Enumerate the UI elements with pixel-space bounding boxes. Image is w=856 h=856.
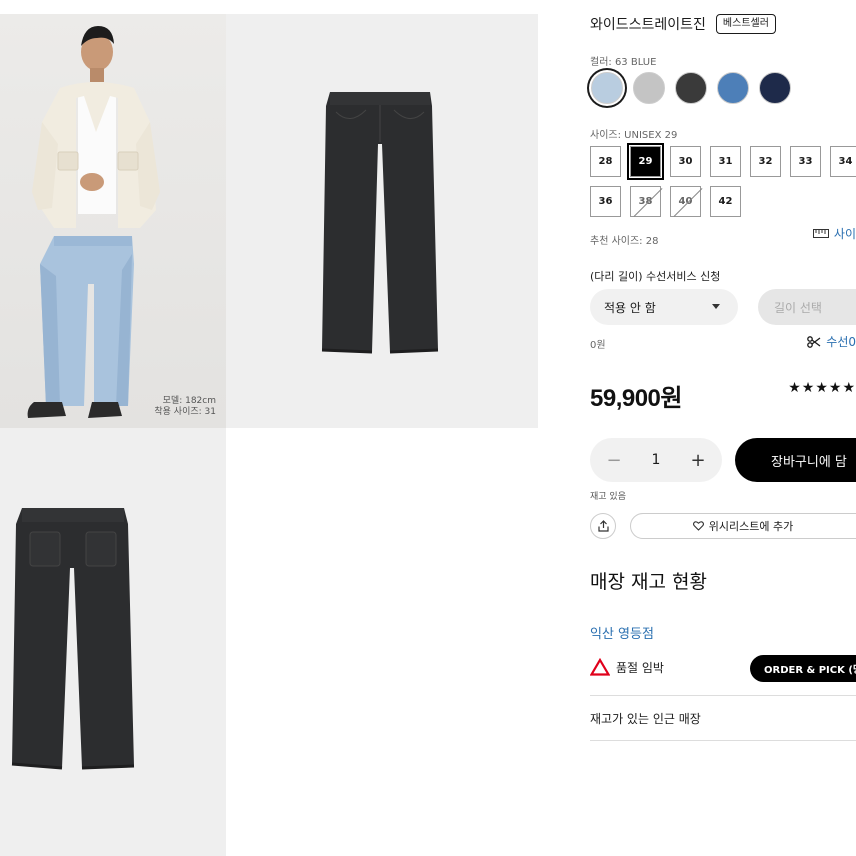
product-name-row: 와이드스트레이트진 베스트셀러 bbox=[590, 14, 776, 34]
chevron-down-icon bbox=[712, 304, 720, 309]
size-option-42[interactable]: 42 bbox=[710, 186, 741, 217]
color-swatch-chip bbox=[675, 72, 707, 104]
color-swatch-chip bbox=[759, 72, 791, 104]
divider bbox=[590, 695, 856, 696]
bestseller-badge: 베스트셀러 bbox=[715, 14, 776, 34]
share-icon bbox=[597, 520, 609, 532]
color-swatch-4[interactable] bbox=[716, 71, 750, 105]
add-to-cart-button[interactable]: 장바구니에 담 bbox=[735, 438, 856, 482]
size-options-row-2: 36 38 40 42 bbox=[590, 186, 741, 217]
divider bbox=[590, 740, 856, 741]
alteration-info-link[interactable]: 수선0 bbox=[807, 333, 856, 350]
share-button[interactable] bbox=[590, 513, 616, 539]
alteration-select-value: 적용 안 함 bbox=[604, 300, 656, 315]
color-swatch-chip bbox=[717, 72, 749, 104]
stock-status: 재고 있음 bbox=[590, 492, 626, 502]
rating-stars[interactable]: ★★★★★ bbox=[788, 380, 856, 396]
color-swatch-3[interactable] bbox=[674, 71, 708, 105]
color-swatch-5[interactable] bbox=[758, 71, 792, 105]
size-label: 사이즈: UNISEX 29 bbox=[590, 130, 678, 141]
product-name: 와이드스트레이트진 bbox=[590, 17, 706, 33]
size-option-31[interactable]: 31 bbox=[710, 146, 741, 177]
size-guide-label: 사이 bbox=[833, 227, 856, 241]
size-option-29[interactable]: 29 bbox=[627, 143, 664, 180]
color-swatch-1[interactable] bbox=[590, 71, 624, 105]
color-swatch-chip bbox=[633, 72, 665, 104]
quantity-stepper: − 1 + bbox=[590, 438, 722, 482]
size-option-32[interactable]: 32 bbox=[750, 146, 781, 177]
size-option-33[interactable]: 33 bbox=[790, 146, 821, 177]
product-gallery: 모델: 182cm 착용 사이즈: 31 bbox=[0, 0, 538, 856]
size-option-30[interactable]: 30 bbox=[670, 146, 701, 177]
size-guide-link[interactable]: 사이 bbox=[812, 225, 856, 242]
length-select[interactable]: 길이 선택 bbox=[758, 289, 856, 325]
store-stock-title: 매장 재고 현황 bbox=[590, 571, 707, 593]
jeans-back-illustration bbox=[11, 508, 135, 770]
order-pick-button[interactable]: ORDER & PICK (당 bbox=[750, 655, 856, 682]
scissors-icon bbox=[807, 335, 821, 348]
color-swatches bbox=[590, 71, 792, 105]
size-option-36[interactable]: 36 bbox=[590, 186, 621, 217]
size-option-28[interactable]: 28 bbox=[590, 146, 621, 177]
alteration-select[interactable]: 적용 안 함 bbox=[590, 289, 738, 325]
price: 59,900원 bbox=[590, 385, 683, 412]
quantity-value: 1 bbox=[651, 452, 661, 468]
jeans-front-photo[interactable] bbox=[226, 14, 538, 428]
size-option-40[interactable]: 40 bbox=[670, 186, 701, 217]
alteration-fee: 0원 bbox=[590, 340, 606, 351]
recommended-size-row: 추천 사이즈: 28 사이 bbox=[590, 227, 856, 248]
store-stock-status: 품절 임박 bbox=[590, 658, 664, 676]
color-swatch-chip bbox=[591, 72, 623, 104]
size-options-row-1: 28 29 30 31 32 33 34 bbox=[590, 143, 856, 180]
store-name-link[interactable]: 익산 영등점 bbox=[590, 623, 654, 642]
nearby-stores-link[interactable]: 재고가 있는 인근 매장 bbox=[590, 710, 701, 727]
jeans-front-illustration bbox=[321, 92, 439, 354]
alteration-info-label: 수선0 bbox=[826, 335, 856, 349]
warning-triangle-icon bbox=[590, 658, 610, 676]
color-label: 컬러: 63 BLUE bbox=[590, 57, 657, 68]
product-panel: 와이드스트레이트진 베스트셀러 컬러: 63 BLUE 사이즈: UNISEX … bbox=[590, 0, 856, 856]
heart-icon bbox=[692, 521, 704, 531]
recommended-size: 추천 사이즈: 28 bbox=[590, 236, 659, 247]
decrease-quantity-button[interactable]: − bbox=[604, 450, 624, 471]
size-option-38[interactable]: 38 bbox=[630, 186, 661, 217]
length-select-placeholder: 길이 선택 bbox=[774, 300, 822, 315]
model-height: 모델: 182cm bbox=[162, 396, 216, 406]
wishlist-label: 위시리스트에 추가 bbox=[708, 520, 794, 533]
model-caption: 모델: 182cm 착용 사이즈: 31 bbox=[154, 396, 216, 418]
size-option-34[interactable]: 34 bbox=[830, 146, 856, 177]
model-illustration bbox=[27, 26, 160, 418]
ruler-icon bbox=[812, 229, 829, 238]
jeans-back-photo[interactable] bbox=[0, 428, 226, 856]
increase-quantity-button[interactable]: + bbox=[688, 450, 708, 471]
wishlist-button[interactable]: 위시리스트에 추가 bbox=[630, 513, 856, 539]
color-swatch-2[interactable] bbox=[632, 71, 666, 105]
store-stock-status-label: 품절 임박 bbox=[616, 660, 664, 675]
model-size: 착용 사이즈: 31 bbox=[154, 407, 216, 417]
model-photo[interactable]: 모델: 182cm 착용 사이즈: 31 bbox=[0, 14, 226, 428]
alteration-label: (다리 길이) 수선서비스 신청 bbox=[590, 270, 721, 283]
